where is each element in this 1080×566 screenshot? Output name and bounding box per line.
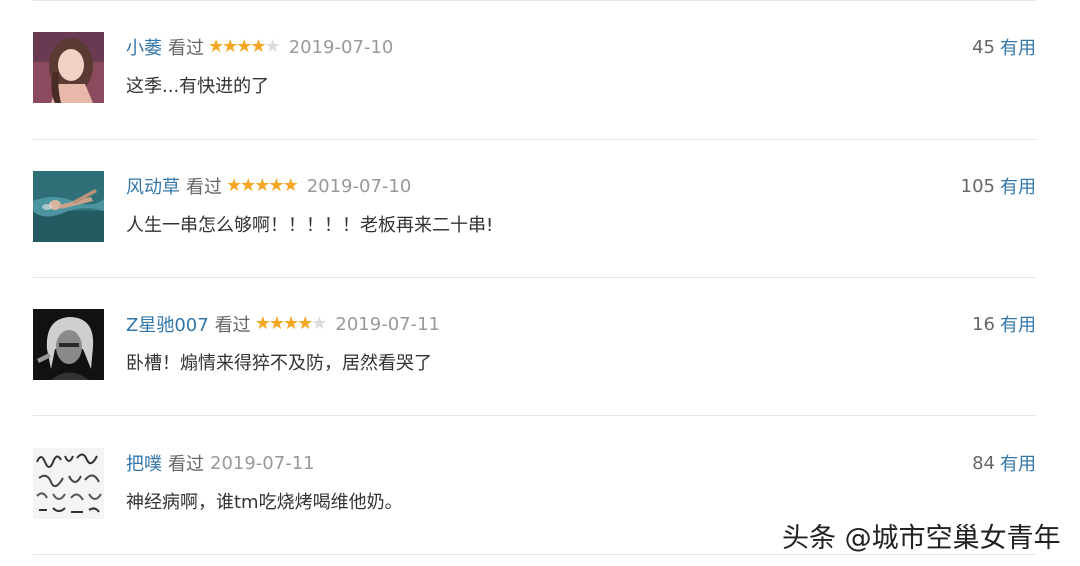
- sketch-doodle-avatar[interactable]: [33, 448, 104, 519]
- divider-2: [33, 277, 1036, 278]
- watch-status: 看过: [214, 315, 251, 336]
- comment-item: 风动草 看过 ★ ★ ★ ★ ★ 2019-07-10 人生一串怎么够啊！！！！！老板再…: [33, 171, 1036, 271]
- comment-date: 2019-07-11: [335, 313, 440, 335]
- useful-button[interactable]: 有用: [1000, 450, 1036, 476]
- rating-stars: ★ ★ ★ ★ ★: [254, 313, 328, 334]
- vote-area: 45 有用: [972, 34, 1036, 60]
- divider-3: [33, 415, 1036, 416]
- comment-meta: 把噗 看过 2019-07-11: [126, 450, 315, 476]
- star-filled-icon: ★: [282, 175, 299, 196]
- vote-count: 84: [972, 452, 995, 474]
- star-filled-icon: ★: [268, 175, 284, 196]
- username-link[interactable]: 风动草: [126, 173, 180, 199]
- star-filled-icon: ★: [268, 313, 285, 334]
- star-filled-icon: ★: [254, 175, 270, 196]
- username-link[interactable]: 把噗: [126, 450, 162, 476]
- star-filled-icon: ★: [236, 36, 252, 57]
- comment-date: 2019-07-10: [306, 175, 412, 197]
- comment-meta: Z星驰007 看过 ★ ★ ★ ★ ★ 2019-07-11: [126, 311, 440, 337]
- comment-date: 2019-07-11: [210, 452, 315, 474]
- watermark-text: 头条 @城市空巢女青年: [782, 523, 1061, 554]
- comment-meta: 风动草 看过 ★ ★ ★ ★ ★ 2019-07-10: [126, 173, 411, 199]
- star-empty-icon: ★: [264, 36, 281, 57]
- watch-status: 看过: [186, 177, 222, 198]
- vote-area: 84 有用: [972, 450, 1036, 476]
- star-filled-icon: ★: [240, 175, 256, 196]
- comment-date: 2019-07-10: [288, 36, 394, 58]
- comment-text: 人生一串怎么够啊！！！！！老板再来二十串!: [126, 215, 494, 236]
- star-filled-icon: ★: [226, 175, 242, 196]
- bw-man-portrait-avatar[interactable]: [33, 309, 104, 380]
- vote-count: 45: [972, 36, 995, 58]
- comment-item: Z星驰007 看过 ★ ★ ★ ★ ★ 2019-07-11 卧槽！煽情来得猝不及防，居…: [33, 309, 1036, 409]
- star-filled-icon: ★: [250, 36, 266, 57]
- comment-text: 卧槽！煽情来得猝不及防，居然看哭了: [126, 353, 432, 374]
- comment-text: 这季...有快进的了: [126, 76, 270, 97]
- star-filled-icon: ★: [297, 313, 313, 334]
- comment-item: 小萎 看过 ★ ★ ★ ★ ★ 2019-07-10 这季...有快进的了 45 有用: [33, 32, 1036, 132]
- star-empty-icon: ★: [311, 313, 327, 334]
- watch-status: 看过: [168, 38, 204, 59]
- divider-top: [33, 0, 1036, 1]
- star-filled-icon: ★: [208, 36, 224, 57]
- swimmer-avatar[interactable]: [33, 171, 104, 242]
- username-link[interactable]: 小萎: [126, 34, 162, 60]
- useful-button[interactable]: 有用: [1000, 311, 1036, 337]
- vote-count: 16: [972, 313, 995, 335]
- comment-meta: 小萎 看过 ★ ★ ★ ★ ★ 2019-07-10: [126, 34, 393, 60]
- vote-count: 105: [960, 175, 995, 197]
- star-filled-icon: ★: [282, 313, 299, 334]
- vote-area: 105 有用: [961, 173, 1036, 199]
- star-filled-icon: ★: [254, 313, 271, 334]
- useful-button[interactable]: 有用: [1000, 173, 1036, 199]
- vote-area: 16 有用: [972, 311, 1036, 337]
- username-link[interactable]: Z星驰007: [126, 311, 209, 337]
- star-filled-icon: ★: [222, 36, 238, 57]
- watch-status: 看过: [168, 454, 204, 475]
- rating-stars: ★ ★ ★ ★ ★: [208, 36, 281, 57]
- comment-text: 神经病啊，谁tm吃烧烤喝维他奶。: [126, 492, 403, 513]
- rating-stars: ★ ★ ★ ★ ★: [226, 175, 299, 196]
- divider-1: [33, 139, 1036, 140]
- useful-button[interactable]: 有用: [1000, 34, 1036, 60]
- woman-portrait-avatar[interactable]: [33, 32, 104, 103]
